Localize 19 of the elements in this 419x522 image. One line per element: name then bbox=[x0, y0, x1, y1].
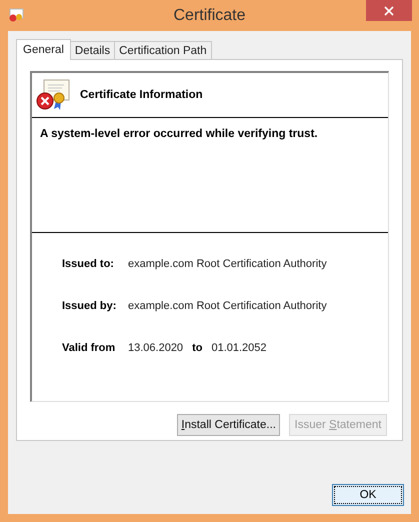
field-label: to bbox=[192, 342, 202, 354]
error-message: A system-level error occurred while verifying trust. bbox=[40, 128, 319, 142]
dialog-button[interactable]: Install Certificate... bbox=[177, 414, 280, 436]
tab[interactable]: Certification Path bbox=[114, 41, 212, 59]
field-label: Issued to: bbox=[62, 258, 115, 270]
field-value: example.com Root Certification Authority bbox=[128, 258, 327, 270]
close-button[interactable] bbox=[366, 0, 412, 21]
field-label: Valid from bbox=[62, 342, 116, 354]
tab[interactable]: General bbox=[16, 39, 71, 60]
window-title: Certificate bbox=[173, 6, 246, 24]
certificate-icon bbox=[8, 8, 24, 22]
certificate-error-icon bbox=[36, 79, 70, 111]
field-label: Issued by: bbox=[62, 300, 118, 312]
date-value: 13.06.2020 bbox=[128, 342, 184, 354]
date-value: 01.01.2052 bbox=[211, 342, 267, 354]
info-heading: Certificate Information bbox=[80, 89, 203, 101]
close-icon bbox=[384, 6, 394, 16]
ok-button[interactable]: OK bbox=[332, 484, 404, 506]
field-value: example.com Root Certification Authority bbox=[128, 300, 327, 312]
